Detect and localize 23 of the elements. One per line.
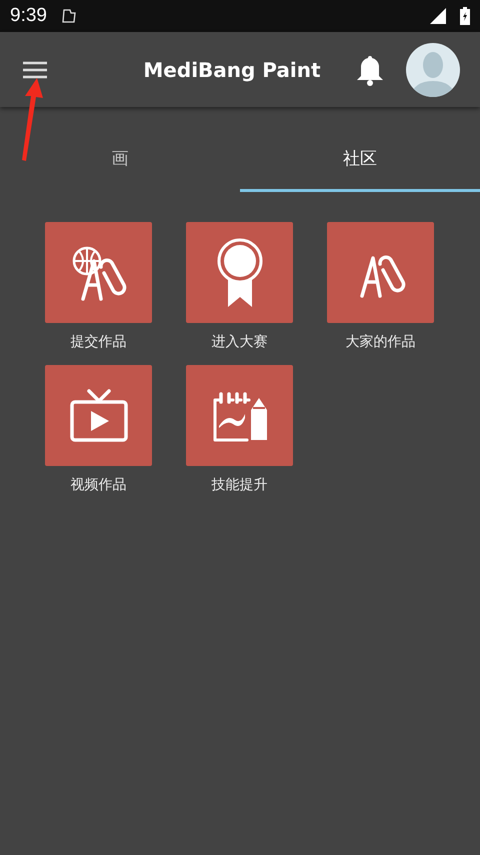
tile-label: 视频作品 xyxy=(70,476,126,494)
feature-tile[interactable]: 进入大赛 xyxy=(186,222,293,351)
feature-tile[interactable]: 提交作品 xyxy=(45,222,152,351)
tab[interactable]: 画 xyxy=(0,107,240,192)
tile-label: 大家的作品 xyxy=(346,333,416,351)
tile-label: 提交作品 xyxy=(70,333,126,351)
feature-tile[interactable]: 技能提升 xyxy=(186,365,293,494)
feature-tile[interactable]: 大家的作品 xyxy=(327,222,434,351)
avatar-button[interactable] xyxy=(406,42,460,96)
app-title: MediBang Paint xyxy=(142,58,322,82)
notifications-button[interactable] xyxy=(356,54,384,86)
menu-icon xyxy=(22,60,48,80)
battery-icon xyxy=(460,7,470,25)
status-time: 9:39 xyxy=(10,5,47,27)
video-tv-icon xyxy=(68,388,128,442)
avatar-icon xyxy=(406,42,460,96)
tile-label: 进入大赛 xyxy=(212,333,268,351)
tile-label: 技能提升 xyxy=(212,476,268,494)
menu-button[interactable] xyxy=(22,60,48,80)
signal-icon xyxy=(430,8,446,24)
tab[interactable]: 社区 xyxy=(240,107,480,192)
bell-icon xyxy=(356,54,384,86)
feature-tile[interactable]: 视频作品 xyxy=(45,365,152,494)
